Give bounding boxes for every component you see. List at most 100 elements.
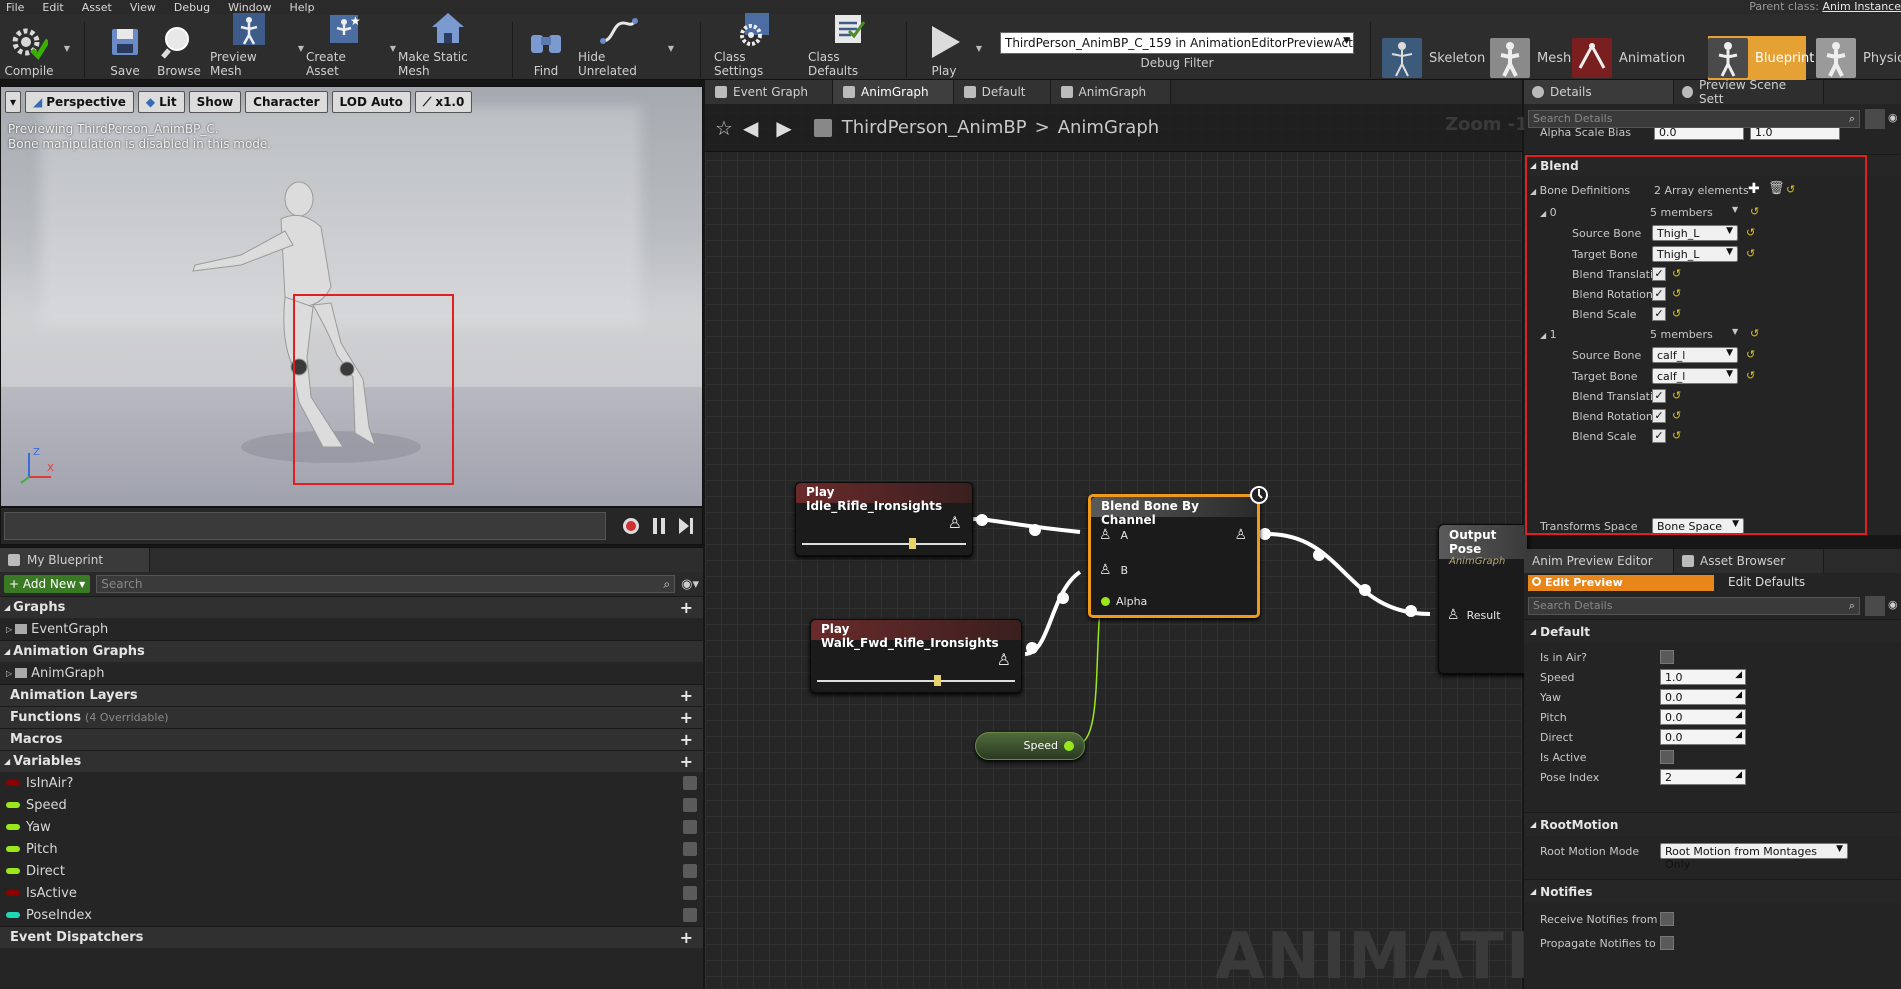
- visibility-eye-icon[interactable]: [683, 908, 697, 922]
- field-number-input[interactable]: 1.0 ◢: [1660, 669, 1746, 685]
- field-number-input[interactable]: 0.0 ◢: [1660, 729, 1746, 745]
- add-new-button[interactable]: + Add New ▼: [4, 575, 91, 593]
- pose-output-pin-icon[interactable]: ♙: [997, 650, 1011, 669]
- property-matrix-icon[interactable]: [1865, 109, 1885, 129]
- edit-preview-button[interactable]: Edit Preview: [1528, 575, 1714, 591]
- anim-search-input[interactable]: Search Details ⌕: [1528, 597, 1860, 615]
- add-variable-icon[interactable]: +: [680, 752, 693, 771]
- variable-item[interactable]: Yaw: [0, 816, 703, 838]
- hide-unrelated-button[interactable]: Hide Unrelated ▼: [578, 18, 674, 78]
- alpha-bias-max-field[interactable]: 1.0: [1750, 128, 1840, 140]
- step-forward-icon[interactable]: [677, 516, 695, 536]
- tab-anim-preview-editor[interactable]: Anim Preview Editor: [1524, 549, 1674, 573]
- debug-object-select[interactable]: ThirdPerson_AnimBP_C_159 in AnimationEdi…: [1000, 32, 1354, 54]
- section-variables[interactable]: ◢ Variables +: [0, 750, 703, 772]
- pose-output-pin-icon[interactable]: ♙: [948, 513, 962, 532]
- favorite-star-icon[interactable]: ☆: [715, 116, 733, 140]
- tab-preview-scene[interactable]: Preview Scene Sett: [1674, 78, 1824, 106]
- mode-mesh[interactable]: Mesh: [1490, 36, 1571, 80]
- tab-asset-browser[interactable]: Asset Browser: [1674, 549, 1824, 573]
- mode-physics[interactable]: Physics: [1816, 36, 1901, 80]
- add-dispatcher-icon[interactable]: +: [680, 928, 693, 947]
- preview-mesh-dropdown-icon[interactable]: ▼: [298, 44, 304, 53]
- section-animation-layers[interactable]: Animation Layers +: [0, 684, 703, 706]
- field-number-input[interactable]: 2 ◢: [1660, 769, 1746, 785]
- visibility-eye-icon[interactable]: ◉: [1888, 598, 1898, 611]
- alpha-bias-min-field[interactable]: 0.0: [1654, 128, 1744, 140]
- field-checkbox[interactable]: [1660, 750, 1674, 764]
- class-settings-button[interactable]: Class Settings: [714, 13, 796, 78]
- mode-animation[interactable]: Animation: [1572, 36, 1685, 80]
- variable-item[interactable]: Pitch: [0, 838, 703, 860]
- breadcrumb-leaf[interactable]: AnimGraph: [1058, 117, 1159, 138]
- pause-icon[interactable]: [651, 516, 667, 536]
- node-play-walk[interactable]: Play Walk_Fwd_Rifle_Ironsights ♙: [810, 619, 1022, 693]
- parent-class-link[interactable]: Anim Instance: [1822, 0, 1901, 13]
- property-matrix-icon[interactable]: [1865, 596, 1885, 616]
- node-blend-bone-by-channel[interactable]: Blend Bone By Channel ♙ A ♙ B Alpha ♙: [1088, 486, 1268, 618]
- variable-item[interactable]: PoseIndex: [0, 904, 703, 926]
- visibility-eye-icon[interactable]: [683, 820, 697, 834]
- create-asset-button[interactable]: ★ Create Asset ▼: [306, 14, 396, 78]
- viewport-options-button[interactable]: ▾: [5, 91, 22, 113]
- breadcrumb-root[interactable]: ThirdPerson_AnimBP: [842, 117, 1027, 138]
- section-graphs[interactable]: ◢ Graphs +: [0, 596, 703, 618]
- pose-output-pin-icon[interactable]: ♙: [1234, 527, 1247, 543]
- result-pin[interactable]: ♙ Result: [1447, 607, 1501, 623]
- menu-file[interactable]: File: [6, 1, 24, 14]
- variable-item[interactable]: IsInAir?: [0, 772, 703, 794]
- record-icon[interactable]: [621, 516, 641, 536]
- field-checkbox[interactable]: [1660, 650, 1674, 664]
- propagate-notifies-checkbox[interactable]: [1660, 936, 1674, 950]
- list-item-animgraph[interactable]: ▷ AnimGraph: [0, 662, 703, 684]
- tab-default[interactable]: Default: [953, 80, 1051, 104]
- play-button[interactable]: Play ▼: [920, 18, 982, 78]
- menu-view[interactable]: View: [130, 1, 156, 14]
- field-number-input[interactable]: 0.0 ◢: [1660, 689, 1746, 705]
- pose-a-pin[interactable]: ♙ A: [1099, 527, 1128, 543]
- add-macro-icon[interactable]: +: [680, 730, 693, 749]
- perspective-button[interactable]: ◢ Perspective: [25, 91, 134, 113]
- menu-asset[interactable]: Asset: [82, 1, 112, 14]
- section-default[interactable]: ◢ Default: [1524, 619, 1901, 643]
- tab-event-graph[interactable]: Event Graph: [705, 80, 833, 104]
- section-functions[interactable]: Functions (4 Overridable) +: [0, 706, 703, 728]
- float-pin-icon[interactable]: [1064, 741, 1074, 751]
- create-asset-dropdown-icon[interactable]: ▼: [390, 44, 396, 53]
- timeline-scrubber[interactable]: [4, 512, 606, 540]
- compile-dropdown-icon[interactable]: ▼: [64, 44, 70, 53]
- class-defaults-button[interactable]: Class Defaults: [808, 15, 890, 78]
- section-root-motion[interactable]: ◢ RootMotion: [1524, 812, 1901, 836]
- hide-unrelated-dropdown-icon[interactable]: ▼: [668, 44, 674, 53]
- visibility-eye-icon[interactable]: [683, 886, 697, 900]
- tab-details[interactable]: Details: [1524, 80, 1674, 104]
- preview-mesh-button[interactable]: Preview Mesh ▼: [210, 13, 304, 78]
- preview-viewport[interactable]: ▾ ◢ Perspective ◆ Lit Show Character LOD A…: [0, 86, 703, 507]
- variable-item[interactable]: Speed: [0, 794, 703, 816]
- edit-defaults-button[interactable]: Edit Defaults: [1728, 575, 1805, 589]
- list-item-eventgraph[interactable]: ▷ EventGraph: [0, 618, 703, 640]
- lit-button[interactable]: ◆ Lit: [137, 91, 185, 113]
- root-motion-mode-select[interactable]: Root Motion from Montages Only ▼: [1660, 843, 1848, 871]
- section-notifies[interactable]: ◢ Notifies: [1524, 879, 1901, 903]
- forward-arrow-icon[interactable]: ▶: [776, 116, 791, 140]
- variable-item[interactable]: IsActive: [0, 882, 703, 904]
- node-settings-icon[interactable]: [1249, 485, 1269, 505]
- playback-speed-button[interactable]: ⟋ x1.0: [414, 91, 473, 113]
- visibility-eye-icon[interactable]: [683, 842, 697, 856]
- make-static-mesh-button[interactable]: Make Static Mesh: [398, 13, 498, 78]
- section-animation-graphs[interactable]: ◢ Animation Graphs: [0, 640, 703, 662]
- mode-skeleton[interactable]: Skeleton: [1382, 36, 1485, 80]
- menu-debug[interactable]: Debug: [174, 1, 210, 14]
- variable-item[interactable]: Direct: [0, 860, 703, 882]
- tab-animgraph-2[interactable]: AnimGraph: [1050, 80, 1172, 104]
- visibility-eye-icon[interactable]: [683, 776, 697, 790]
- lod-button[interactable]: LOD Auto: [331, 91, 411, 113]
- character-button[interactable]: Character: [245, 91, 328, 113]
- mode-blueprint[interactable]: Blueprint: [1708, 36, 1814, 80]
- browse-button[interactable]: Browse: [154, 18, 204, 78]
- play-dropdown-icon[interactable]: ▼: [976, 44, 982, 53]
- show-button[interactable]: Show: [188, 91, 242, 113]
- menu-help[interactable]: Help: [289, 1, 314, 14]
- visibility-eye-icon[interactable]: [683, 864, 697, 878]
